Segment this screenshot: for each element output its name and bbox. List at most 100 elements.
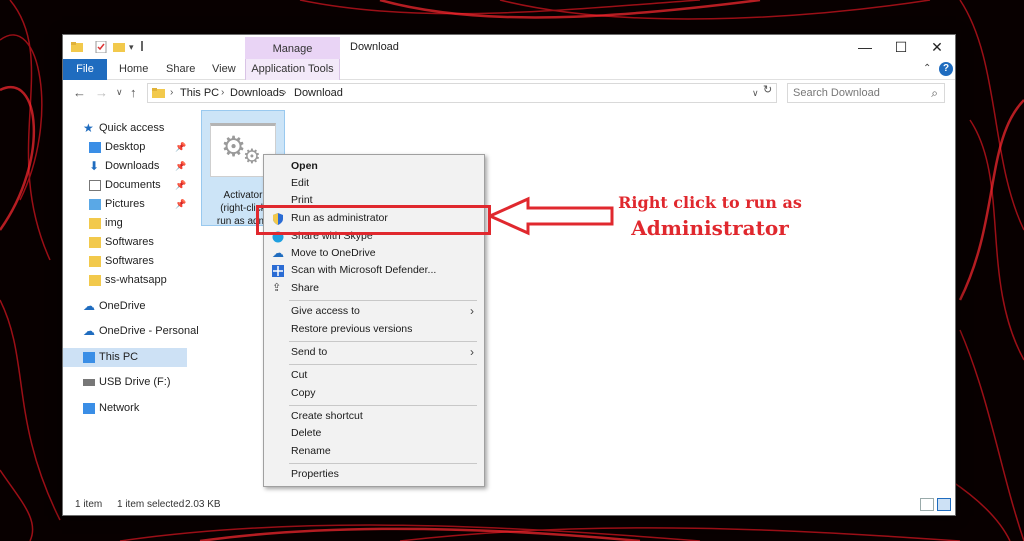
back-icon[interactable]: ← [73, 85, 86, 100]
computer-icon [83, 352, 95, 363]
title-bar: ▾ Manage Download — ☐ ✕ [63, 35, 955, 61]
search-input[interactable]: Search Download ⌕ [787, 83, 945, 103]
nav-onedrive[interactable]: ☁ OneDrive [63, 297, 187, 316]
nav-downloads[interactable]: ⬇ Downloads 📌 [63, 157, 187, 176]
annotation-arrow [488, 196, 614, 236]
menu-item-move-to-onedrive[interactable]: ☁ Move to OneDrive [264, 245, 484, 262]
menu-item-properties[interactable]: Properties [264, 466, 484, 483]
menu-item-rename[interactable]: Rename [264, 443, 484, 460]
nav-quick-access[interactable]: ★ Quick access [63, 119, 187, 138]
selection-size: 2.03 KB [185, 499, 221, 510]
nav-usb-drive[interactable]: USB Drive (F:) [63, 373, 187, 392]
network-icon [83, 403, 95, 414]
folder-icon [89, 237, 101, 248]
address-bar[interactable]: › This PC › Downloads › Download ∨ [147, 83, 777, 103]
menu-item-delete[interactable]: Delete [264, 425, 484, 442]
breadcrumb-download[interactable]: Download [294, 84, 343, 102]
ribbon-tabs: File Home Share View Application Tools ⌃… [63, 59, 955, 80]
menu-item-give-access-to[interactable]: Give access to › [264, 303, 484, 320]
highlight-box [256, 205, 491, 235]
annotation-text: Right click to run as Administrator [600, 193, 820, 243]
chevron-up-icon[interactable]: ⌃ [923, 63, 931, 74]
menu-separator [289, 364, 477, 365]
menu-separator [289, 405, 477, 406]
navigation-pane: ★ Quick access Desktop 📌 ⬇ Downloads 📌 D… [63, 115, 199, 485]
folder-icon [89, 218, 101, 229]
breadcrumb-downloads[interactable]: Downloads [230, 84, 284, 102]
annotation-line-1: Right click to run as [618, 193, 802, 212]
refresh-icon[interactable]: ↻ [763, 83, 777, 97]
large-icons-view-icon[interactable] [937, 498, 951, 511]
nav-pictures[interactable]: Pictures 📌 [63, 195, 187, 214]
share-icon: ⇪ [272, 282, 282, 294]
tab-file[interactable]: File [63, 59, 107, 80]
nav-softwares[interactable]: Softwares [63, 233, 187, 252]
maximize-button[interactable]: ☐ [883, 35, 919, 59]
chevron-right-icon: › [170, 87, 174, 98]
menu-item-edit[interactable]: Edit [264, 175, 484, 192]
cloud-icon: ☁ [272, 246, 284, 260]
nav-img[interactable]: img [63, 214, 187, 233]
cloud-icon: ☁ [83, 324, 95, 338]
help-icon[interactable]: ? [939, 62, 953, 76]
cloud-icon: ☁ [83, 299, 95, 313]
pin-icon[interactable]: 📌 [175, 138, 186, 157]
explorer-window: ▾ Manage Download — ☐ ✕ File Home Share … [62, 34, 956, 516]
menu-separator [289, 463, 477, 464]
item-count: 1 item [75, 499, 103, 510]
nav-desktop[interactable]: Desktop 📌 [63, 138, 187, 157]
menu-item-copy[interactable]: Copy [264, 385, 484, 402]
nav-documents[interactable]: Documents 📌 [63, 176, 187, 195]
window-title: Download [350, 41, 399, 53]
folder-icon [152, 87, 165, 105]
menu-item-send-to[interactable]: Send to › [264, 344, 484, 361]
menu-item-create-shortcut[interactable]: Create shortcut [264, 408, 484, 425]
document-icon [89, 180, 101, 191]
nav-onedrive-personal[interactable]: ☁ OneDrive - Personal [63, 322, 199, 341]
chevron-right-icon: › [470, 345, 474, 359]
menu-item-restore-previous-versions[interactable]: Restore previous versions [264, 321, 484, 338]
new-folder-icon[interactable] [113, 41, 125, 53]
recent-locations-icon[interactable]: ∨ [116, 87, 123, 98]
folder-icon [89, 275, 101, 286]
pin-icon[interactable]: 📌 [175, 176, 186, 195]
menu-separator [289, 341, 477, 342]
tab-share[interactable]: Share [166, 59, 195, 80]
chevron-right-icon: › [470, 304, 474, 318]
details-view-icon[interactable] [920, 498, 934, 511]
breadcrumb-this-pc[interactable]: This PC [180, 84, 219, 102]
minimize-button[interactable]: — [847, 35, 883, 59]
chevron-right-icon: › [221, 87, 225, 98]
nav-network[interactable]: Network [63, 399, 187, 418]
tab-home[interactable]: Home [119, 59, 148, 80]
search-placeholder: Search Download [793, 87, 880, 99]
chevron-right-icon: › [283, 87, 287, 98]
close-button[interactable]: ✕ [919, 35, 955, 59]
pin-icon[interactable]: 📌 [175, 195, 186, 214]
gear-icon: ⚙ [243, 146, 261, 168]
tab-view[interactable]: View [212, 59, 236, 80]
search-icon[interactable]: ⌕ [931, 84, 938, 102]
properties-icon[interactable] [95, 40, 107, 54]
forward-icon[interactable]: → [95, 85, 108, 100]
address-dropdown-icon[interactable]: ∨ [752, 84, 759, 102]
nav-ss-whatsapp[interactable]: ss-whatsapp [63, 271, 187, 290]
menu-item-share[interactable]: ⇪ Share [264, 280, 484, 297]
defender-icon [272, 265, 284, 277]
divider [141, 41, 143, 51]
menu-item-open[interactable]: Open [264, 158, 484, 175]
folder-icon [89, 256, 101, 267]
nav-this-pc[interactable]: This PC [63, 348, 187, 367]
tab-application-tools[interactable]: Application Tools [245, 59, 340, 80]
drive-icon [83, 379, 95, 386]
folder-icon[interactable] [71, 41, 83, 53]
menu-item-cut[interactable]: Cut [264, 367, 484, 384]
menu-item-scan-defender[interactable]: Scan with Microsoft Defender... [264, 262, 484, 279]
nav-softwares-2[interactable]: Softwares [63, 252, 187, 271]
annotation-line-2: Administrator [631, 216, 789, 240]
context-menu: Open Edit Print Run as administrator Sha… [263, 154, 485, 487]
customize-toolbar-icon[interactable]: ▾ [129, 41, 141, 53]
pin-icon[interactable]: 📌 [175, 157, 186, 176]
selection-count: 1 item selected [117, 499, 185, 510]
up-icon[interactable]: ↑ [130, 85, 137, 100]
